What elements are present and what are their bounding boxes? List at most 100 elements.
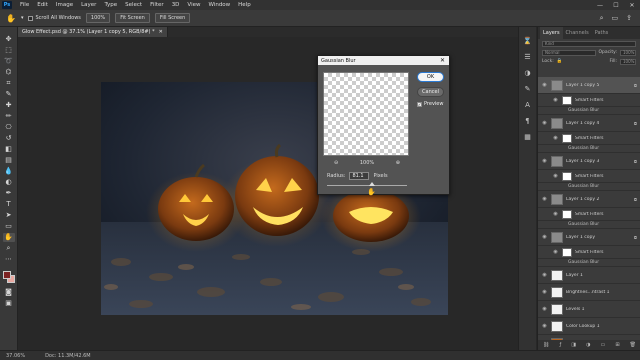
visibility-eye-icon[interactable]: ◉ (552, 173, 559, 179)
fill-input[interactable]: 100% (620, 58, 636, 65)
smart-filters-row[interactable]: ◉ Smart Filters (538, 94, 640, 107)
kind-filter-select[interactable]: Kind (542, 40, 636, 47)
brushes-icon[interactable]: ✎ (525, 85, 531, 93)
eyedropper-tool-icon[interactable]: ✎ (3, 90, 15, 99)
shape-tool-icon[interactable]: ▭ (3, 222, 15, 231)
menu-select[interactable]: Select (121, 2, 146, 8)
fill-screen-button[interactable]: Fill Screen (154, 13, 191, 23)
filter-preview[interactable] (323, 72, 409, 156)
zoom-out-icon[interactable]: ⊖ (334, 160, 338, 166)
share-icon[interactable]: ⇪ (626, 14, 632, 23)
visibility-eye-icon[interactable]: ◉ (541, 158, 548, 164)
color-swatches[interactable] (2, 270, 16, 286)
blend-mode-select[interactable]: Normal (542, 49, 596, 56)
close-window-button[interactable]: ✕ (624, 2, 640, 9)
healing-brush-tool-icon[interactable]: ✚ (3, 101, 15, 110)
search-icon[interactable]: ⌕ (600, 14, 604, 23)
layer-row[interactable]: ◉ Layer 1 copy ◘ (538, 229, 640, 246)
filter-row[interactable]: Gaussian Blur (538, 145, 640, 153)
visibility-eye-icon[interactable]: ◉ (541, 289, 548, 295)
visibility-eye-icon[interactable]: ◉ (541, 272, 548, 278)
quick-mask-icon[interactable]: ◙ (3, 288, 15, 297)
dodge-tool-icon[interactable]: ◐ (3, 178, 15, 187)
properties-icon[interactable]: ☰ (524, 53, 530, 61)
menu-layer[interactable]: Layer (77, 2, 100, 8)
visibility-eye-icon[interactable]: ◉ (541, 82, 548, 88)
tab-channels[interactable]: Channels (563, 27, 592, 39)
paragraph-icon[interactable]: ¶ (525, 117, 529, 125)
hand-tool-icon[interactable]: ✋ (2, 233, 15, 242)
smart-filters-row[interactable]: ◉ Smart Filters (538, 170, 640, 183)
zoom-100-button[interactable]: 100% (85, 13, 111, 23)
menu-type[interactable]: Type (100, 2, 121, 8)
screen-mode-icon[interactable]: ▣ (3, 299, 15, 308)
layer-row[interactable]: ◉ Layer 1 (538, 267, 640, 284)
fx-icon[interactable]: ƒ (559, 342, 561, 348)
preview-checkbox[interactable]: ✓ Preview (417, 101, 443, 107)
visibility-eye-icon[interactable]: ◉ (541, 323, 548, 329)
menu-window[interactable]: Window (204, 2, 234, 8)
tab-layers[interactable]: Layers (540, 27, 563, 39)
minimize-button[interactable]: — (592, 2, 608, 9)
layer-row[interactable]: ◉ Layer 1 copy 3 ◘ (538, 153, 640, 170)
filter-row[interactable]: Gaussian Blur (538, 183, 640, 191)
gradient-tool-icon[interactable]: ▤ (3, 156, 15, 165)
dialog-title-bar[interactable]: Gaussian Blur ✕ (318, 56, 449, 65)
workspace-icon[interactable]: ▭ (612, 14, 619, 23)
smart-filters-row[interactable]: ◉ Smart Filters (538, 208, 640, 221)
radius-slider[interactable] (327, 182, 407, 186)
adjustment-layer-icon[interactable]: ◑ (586, 342, 590, 348)
trash-icon[interactable]: 🗑 (630, 342, 636, 348)
document-size[interactable]: Doc: 11.3M/42.6M (45, 353, 91, 359)
layer-row[interactable]: ◉ Layer 1 copy 4 ◘ (538, 115, 640, 132)
layer-row[interactable]: ◉ Brightnes...ntrast 1 (538, 284, 640, 301)
marquee-tool-icon[interactable]: ⬚ (3, 46, 15, 55)
adjustments-icon[interactable]: ◑ (524, 69, 530, 77)
dialog-close-icon[interactable]: ✕ (440, 57, 445, 64)
tab-paths[interactable]: Paths (592, 27, 612, 39)
crop-tool-icon[interactable]: ⌗ (3, 79, 15, 88)
lock-icon[interactable]: 🔒 (557, 59, 563, 64)
group-icon[interactable]: ▭ (601, 342, 606, 348)
menu-file[interactable]: File (16, 2, 33, 8)
hand-tool-icon[interactable]: ✋ (6, 14, 16, 23)
link-layers-icon[interactable]: ⛓ (543, 342, 549, 348)
pen-tool-icon[interactable]: ✒ (3, 189, 15, 198)
foreground-color-swatch[interactable] (2, 271, 11, 279)
more-tools-icon[interactable]: ⋯ (3, 255, 15, 264)
visibility-eye-icon[interactable]: ◉ (541, 234, 548, 240)
maximize-button[interactable]: ☐ (608, 2, 624, 9)
path-select-tool-icon[interactable]: ➤ (3, 211, 15, 220)
lasso-tool-icon[interactable]: ➰ (3, 57, 15, 66)
smart-filters-row[interactable]: ◉ Smart Filters (538, 246, 640, 259)
eraser-tool-icon[interactable]: ◧ (3, 145, 15, 154)
filter-row[interactable]: Gaussian Blur (538, 107, 640, 115)
smart-filters-row[interactable]: ◉ Smart Filters (538, 132, 640, 145)
radius-slider-handle[interactable] (368, 182, 375, 186)
zoom-in-icon[interactable]: ⊕ (396, 160, 400, 166)
brush-tool-icon[interactable]: ✏ (3, 112, 15, 121)
visibility-eye-icon[interactable]: ◉ (541, 306, 548, 312)
dropdown-icon[interactable]: ▾ (21, 15, 24, 21)
document-tab[interactable]: Glow Effect.psd @ 37.1% (Layer 1 copy 5,… (18, 27, 168, 37)
visibility-eye-icon[interactable]: ◉ (552, 211, 559, 217)
cancel-button[interactable]: Cancel (417, 87, 444, 97)
zoom-tool-icon[interactable]: ⌕ (3, 244, 15, 253)
fit-screen-button[interactable]: Fit Screen (115, 13, 150, 23)
new-layer-icon[interactable]: ⊞ (615, 342, 619, 348)
move-tool-icon[interactable]: ✥ (3, 35, 15, 44)
visibility-eye-icon[interactable]: ◉ (552, 97, 559, 103)
clone-stamp-tool-icon[interactable]: ⎔ (3, 123, 15, 132)
ok-button[interactable]: OK (417, 72, 444, 82)
type-tool-icon[interactable]: T (3, 200, 15, 209)
scroll-all-windows-checkbox[interactable]: Scroll All Windows (28, 15, 81, 21)
opacity-input[interactable]: 100% (620, 49, 636, 56)
blur-tool-icon[interactable]: 💧 (3, 167, 15, 176)
visibility-eye-icon[interactable]: ◉ (552, 249, 559, 255)
layer-row[interactable]: ◉ Levels 1 (538, 301, 640, 318)
radius-input[interactable]: 81.1 (349, 172, 370, 180)
menu-image[interactable]: Image (52, 2, 77, 8)
visibility-eye-icon[interactable]: ◉ (541, 120, 548, 126)
layer-row[interactable]: ◉ Color Lookup 1 (538, 318, 640, 335)
filter-row[interactable]: Gaussian Blur (538, 259, 640, 267)
